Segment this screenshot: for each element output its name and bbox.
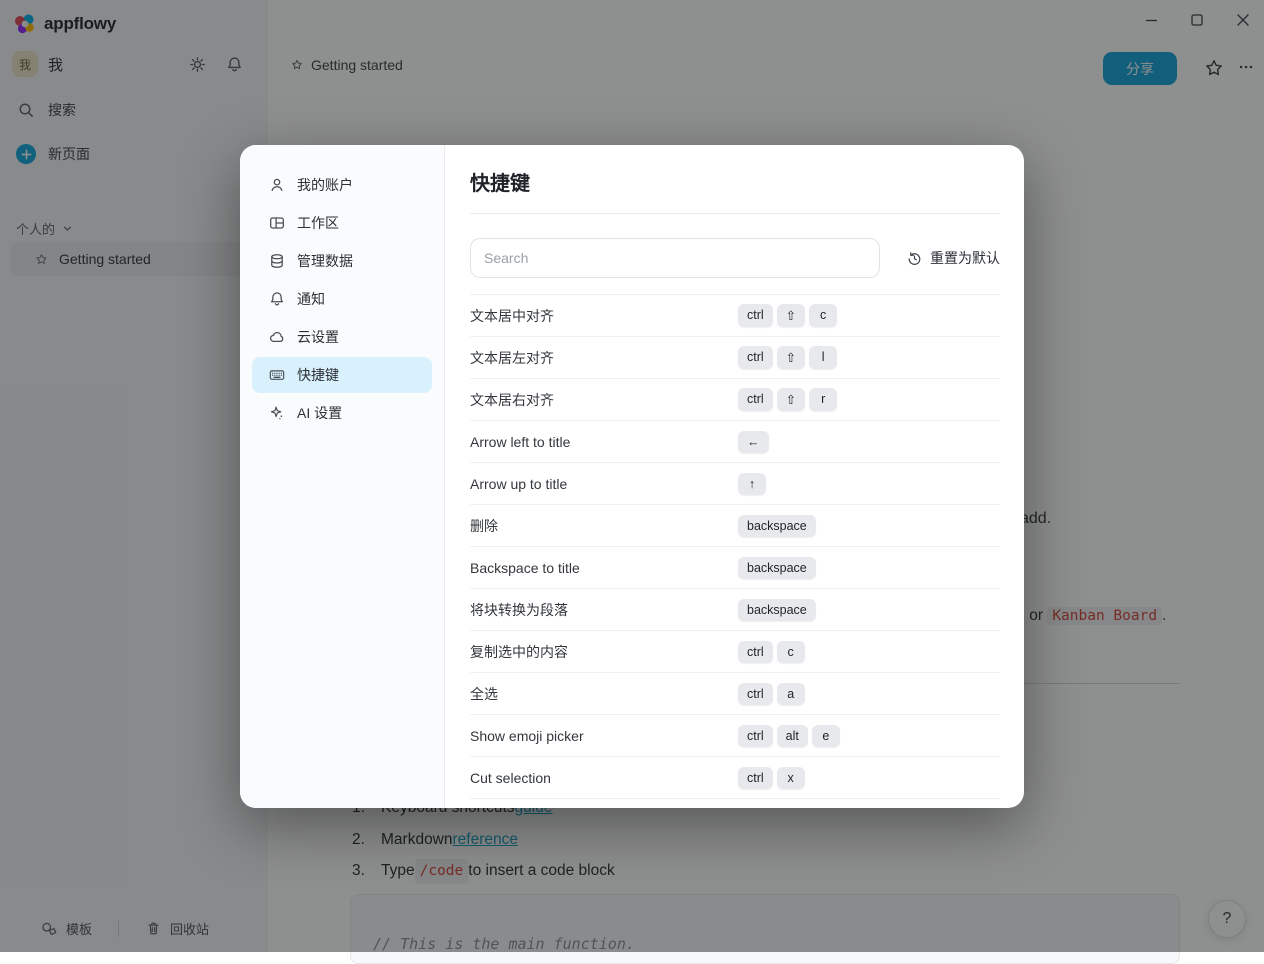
keycap[interactable]: backspace (738, 515, 816, 537)
shortcut-keys[interactable]: backspace (738, 515, 816, 537)
shortcut-keys[interactable]: ctrl⇧r (738, 388, 837, 411)
cloud-icon (268, 328, 286, 346)
shortcut-keys[interactable]: ctrl⇧c (738, 304, 837, 327)
shortcut-row: Cut selectionctrlx (470, 757, 1000, 799)
shortcut-row: 删除backspace (470, 505, 1000, 547)
nav-item-label: 云设置 (297, 327, 339, 347)
keycap[interactable]: ⇧ (777, 346, 805, 369)
shortcut-row: Show emoji pickerctrlalte (470, 715, 1000, 757)
settings-nav-item-3[interactable]: 管理数据 (252, 243, 432, 279)
nav-item-label: AI 设置 (297, 403, 342, 423)
keycap[interactable]: r (809, 388, 837, 411)
keyboard-icon (268, 366, 286, 384)
keycap[interactable]: ← (738, 431, 769, 453)
keycap[interactable]: e (812, 725, 840, 747)
shortcut-label: Show emoji picker (470, 728, 738, 744)
bell-icon (268, 290, 286, 308)
shortcut-row: 删除右侧字符delete (470, 799, 1000, 808)
settings-nav-item-5[interactable]: 云设置 (252, 319, 432, 355)
ai-icon (268, 404, 286, 422)
keycap[interactable]: alt (777, 725, 808, 747)
shortcut-label: 文本居右对齐 (470, 390, 738, 410)
shortcut-label: Arrow left to title (470, 434, 738, 450)
shortcut-search-input[interactable] (470, 238, 880, 278)
keycap[interactable]: c (777, 641, 805, 663)
keycap[interactable]: backspace (738, 557, 816, 579)
shortcut-row: Backspace to titlebackspace (470, 547, 1000, 589)
shortcut-row: 将块转换为段落backspace (470, 589, 1000, 631)
keycap[interactable]: ctrl (738, 683, 773, 705)
shortcut-label: Cut selection (470, 770, 738, 786)
shortcut-label: 文本居左对齐 (470, 348, 738, 368)
shortcut-label: Arrow up to title (470, 476, 738, 492)
keycap[interactable]: ⇧ (777, 388, 805, 411)
settings-dialog: 我的账户工作区管理数据通知云设置快捷键AI 设置 快捷键 重置为默认 文本居中对… (240, 145, 1024, 808)
shortcut-keys[interactable]: ↑ (738, 473, 766, 495)
keycap[interactable]: ⇧ (777, 304, 805, 327)
shortcut-list: 文本居中对齐ctrl⇧c文本居左对齐ctrl⇧l文本居右对齐ctrl⇧rArro… (470, 294, 1000, 808)
shortcut-row: Arrow left to title← (470, 421, 1000, 463)
keycap[interactable]: ctrl (738, 641, 773, 663)
settings-nav-item-1[interactable]: 我的账户 (252, 167, 432, 203)
settings-page-title: 快捷键 (470, 169, 1000, 199)
reset-defaults-button[interactable]: 重置为默认 (906, 248, 1000, 268)
keycap[interactable]: c (809, 304, 837, 327)
shortcut-label: 删除 (470, 516, 738, 536)
shortcut-keys[interactable]: ctrl⇧l (738, 346, 837, 369)
reset-label: 重置为默认 (930, 248, 1000, 268)
workspace-icon (268, 214, 286, 232)
user-icon (268, 176, 286, 194)
settings-nav: 我的账户工作区管理数据通知云设置快捷键 AI 设置 (240, 145, 445, 808)
shortcut-keys[interactable]: ctrla (738, 683, 805, 705)
shortcut-keys[interactable]: backspace (738, 599, 816, 621)
keycap[interactable]: ctrl (738, 346, 773, 369)
nav-item-label: 管理数据 (297, 251, 353, 271)
settings-nav-item-7[interactable]: AI 设置 (252, 395, 432, 431)
shortcut-row: 文本居中对齐ctrl⇧c (470, 295, 1000, 337)
shortcut-label: 文本居中对齐 (470, 306, 738, 326)
nav-item-label: 工作区 (297, 213, 339, 233)
shortcut-row: 全选ctrla (470, 673, 1000, 715)
settings-content: 快捷键 重置为默认 文本居中对齐ctrl⇧c文本居左对齐ctrl⇧l文本居右对齐… (445, 145, 1024, 808)
keycap[interactable]: ctrl (738, 388, 773, 411)
keycap[interactable]: ctrl (738, 767, 773, 789)
nav-item-label: 快捷键 (297, 365, 339, 385)
nav-item-label: 我的账户 (297, 175, 353, 195)
reset-history-icon (906, 250, 923, 267)
shortcut-label: 全选 (470, 684, 738, 704)
shortcut-label: Backspace to title (470, 560, 738, 576)
keycap[interactable]: a (777, 683, 805, 705)
shortcut-label: 复制选中的内容 (470, 642, 738, 662)
shortcut-keys[interactable]: ctrlalte (738, 725, 840, 747)
shortcut-row: 复制选中的内容ctrlc (470, 631, 1000, 673)
keycap[interactable]: ↑ (738, 473, 766, 495)
shortcut-keys[interactable]: ctrlc (738, 641, 805, 663)
keycap[interactable]: x (777, 767, 805, 789)
shortcut-row: 文本居右对齐ctrl⇧r (470, 379, 1000, 421)
settings-nav-item-6[interactable]: 快捷键 (252, 357, 432, 393)
keycap[interactable]: ctrl (738, 725, 773, 747)
shortcut-row: Arrow up to title↑ (470, 463, 1000, 505)
shortcut-keys[interactable]: backspace (738, 557, 816, 579)
settings-nav-item-2[interactable]: 工作区 (252, 205, 432, 241)
keycap[interactable]: backspace (738, 599, 816, 621)
shortcut-keys[interactable]: ← (738, 431, 769, 453)
settings-nav-item-4[interactable]: 通知 (252, 281, 432, 317)
shortcut-keys[interactable]: ctrlx (738, 767, 805, 789)
nav-item-label: 通知 (297, 289, 325, 309)
database-icon (268, 252, 286, 270)
divider (470, 213, 1000, 214)
shortcut-label: 将块转换为段落 (470, 600, 738, 620)
shortcut-row: 文本居左对齐ctrl⇧l (470, 337, 1000, 379)
keycap[interactable]: l (809, 346, 837, 369)
keycap[interactable]: ctrl (738, 304, 773, 327)
